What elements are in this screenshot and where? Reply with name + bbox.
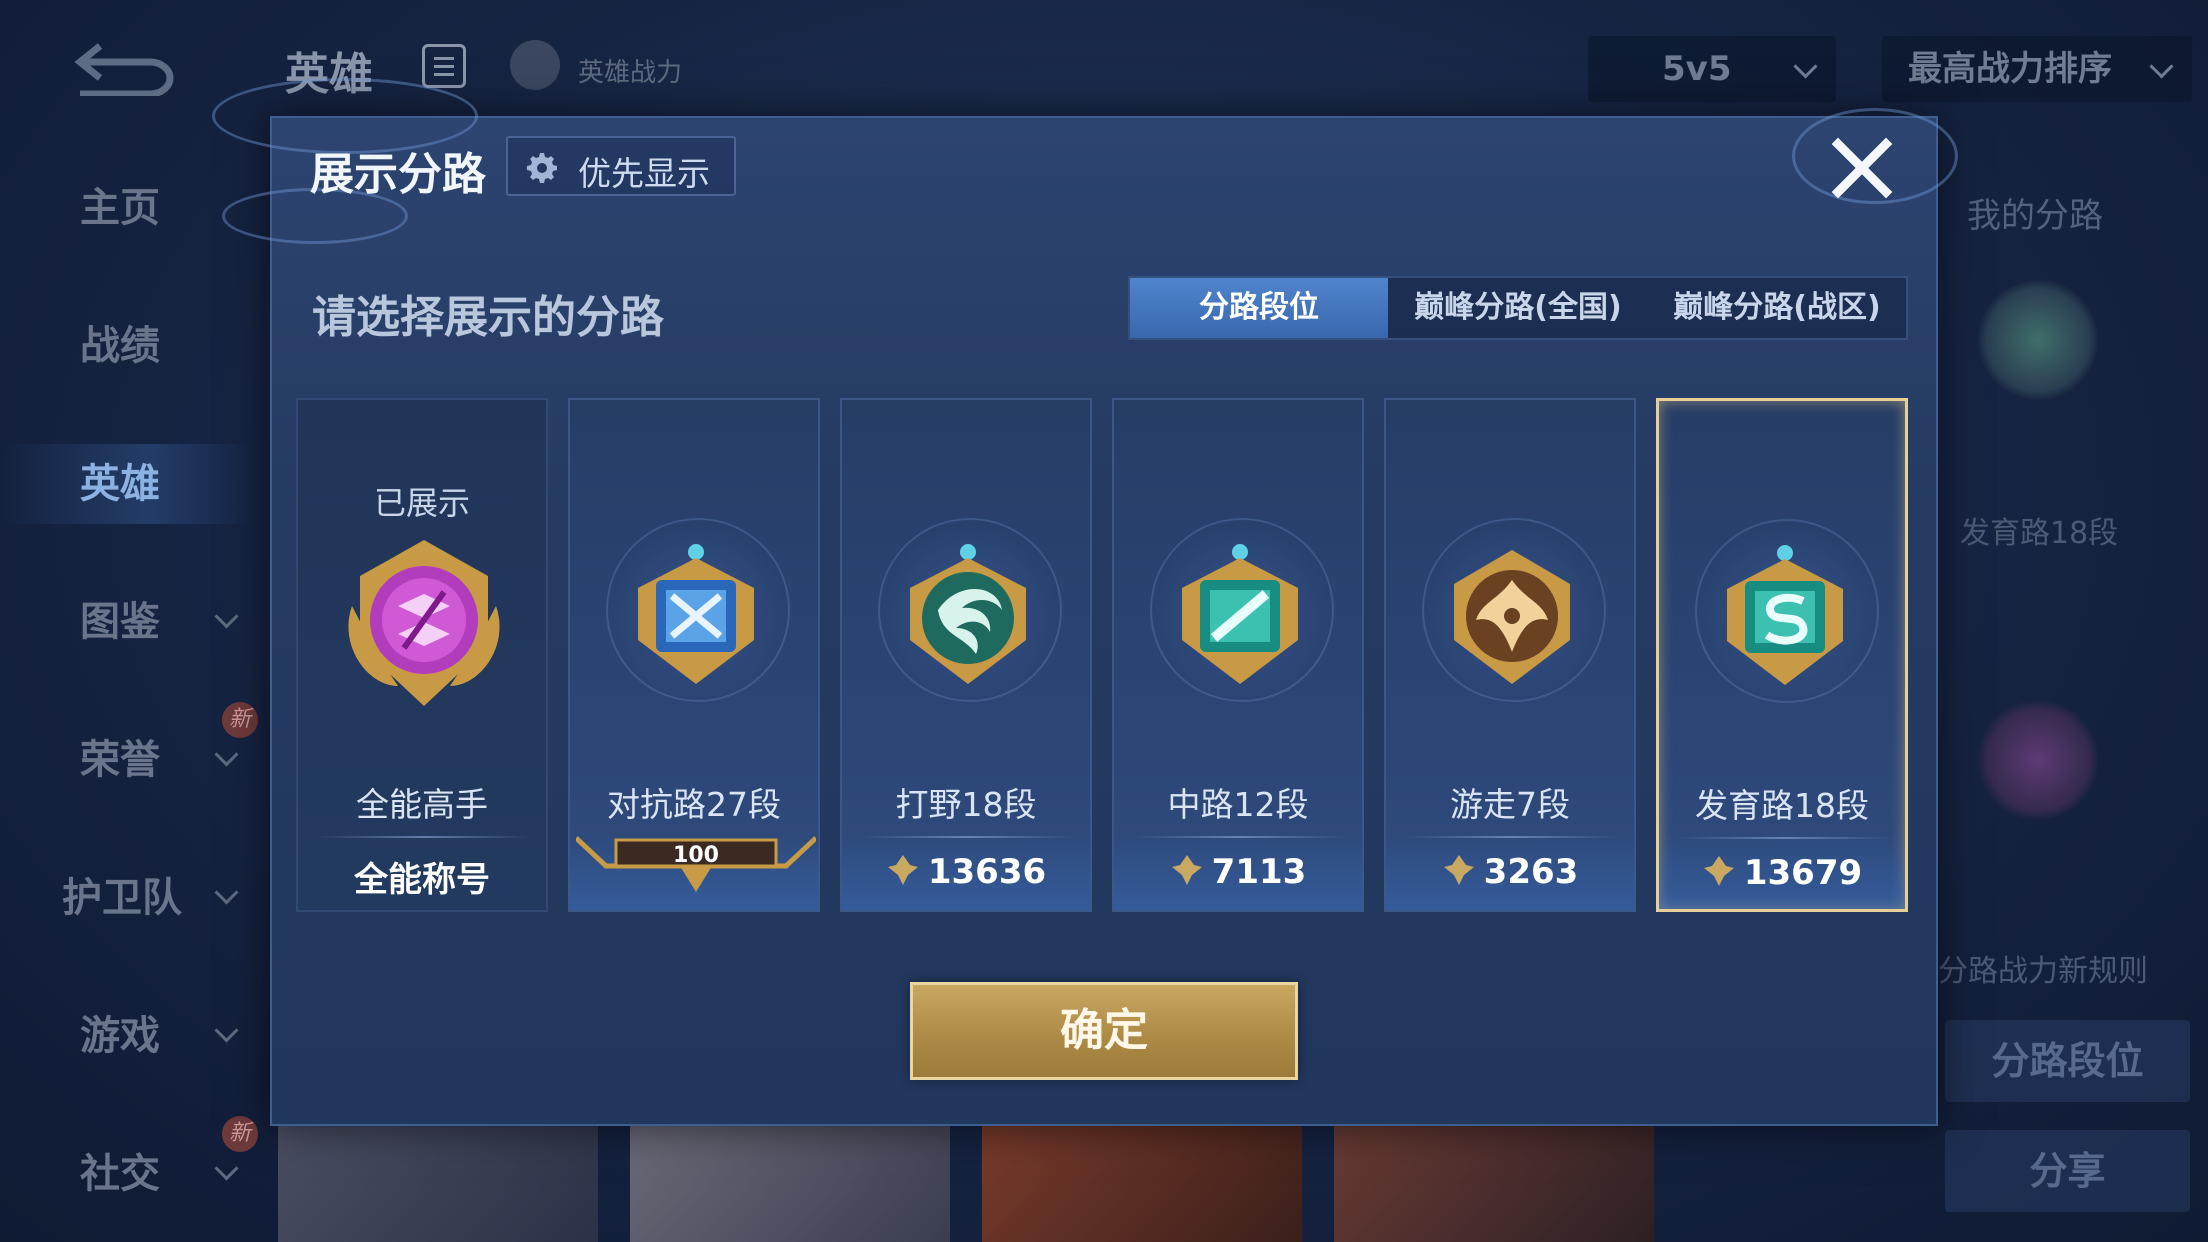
clash-lane-medal-icon — [638, 544, 754, 684]
nav-item-home[interactable]: 主页 — [0, 168, 250, 248]
lane-rank-button[interactable]: 分路段位 — [1945, 1020, 2190, 1102]
power-icon — [887, 855, 918, 885]
nav-item-games[interactable]: 游戏 — [0, 996, 250, 1076]
hero-power-label[interactable]: 英雄战力 — [578, 52, 682, 89]
list-icon[interactable] — [422, 44, 466, 88]
power-value: 3263 — [1483, 852, 1579, 892]
power-icon — [1171, 855, 1202, 885]
lane-name: 对抗路27段 — [607, 785, 781, 824]
lane-card-mid[interactable]: 中路12段 7113 — [1112, 398, 1364, 912]
my-lane-title: 我的分路 — [1967, 196, 2103, 236]
chevron-down-icon — [214, 742, 239, 767]
close-icon[interactable] — [1828, 134, 1896, 202]
nav-item-guard-team[interactable]: 护卫队 — [0, 858, 250, 938]
nav-item-honor[interactable]: 荣誉 — [0, 720, 250, 800]
divider — [318, 836, 530, 838]
top-100-badge-icon: 100 — [576, 836, 816, 892]
chevron-down-icon — [214, 604, 239, 629]
tab-lane-rank[interactable]: 分路段位 — [1130, 278, 1388, 338]
power-value: 13679 — [1743, 853, 1863, 893]
roam-medal-icon — [1454, 550, 1570, 684]
mode-dropdown-value: 5v5 — [1662, 49, 1732, 89]
nav-item-heroes[interactable]: 英雄 — [0, 444, 250, 524]
lane-card-clash[interactable]: 对抗路27段 100 — [568, 398, 820, 912]
hero-avatar-icon — [510, 40, 560, 90]
nav-label: 图鉴 — [80, 599, 160, 645]
lane-tabs: 分路段位 巅峰分路(全国) 巅峰分路(战区) — [1128, 276, 1908, 340]
lane-card-farm[interactable]: 发育路18段 13679 — [1656, 398, 1908, 912]
nav-label: 护卫队 — [62, 875, 182, 921]
chevron-down-icon — [214, 1156, 239, 1181]
confirm-button[interactable]: 确定 — [910, 982, 1298, 1080]
lane-card-roam[interactable]: 游走7段 3263 — [1384, 398, 1636, 912]
top-100-value: 100 — [673, 843, 719, 868]
power-icon — [1703, 856, 1734, 886]
chevron-down-icon — [214, 880, 239, 905]
priority-display-label: 优先显示 — [578, 154, 710, 193]
hero-portrait[interactable] — [982, 1125, 1302, 1242]
displayed-status: 已展示 — [373, 484, 470, 522]
chevron-down-icon — [2149, 54, 2174, 79]
lane-power-score: 3263 — [1386, 852, 1634, 892]
chevron-down-icon — [1793, 54, 1818, 79]
hero-portrait[interactable] — [630, 1125, 950, 1242]
allround-medal-icon — [1978, 700, 2098, 820]
my-lane-text: 发育路18段 — [1960, 516, 2119, 551]
select-lane-prompt: 请选择展示的分路 — [312, 292, 664, 343]
nav-label: 荣誉 — [80, 737, 160, 783]
farm-lane-medal-icon — [1978, 280, 2098, 400]
lane-card-allround[interactable]: 已展示 全能高手 全能称号 — [296, 398, 548, 912]
nav-item-stats[interactable]: 战绩 — [0, 306, 250, 386]
lane-name: 全能高手 — [356, 785, 488, 824]
nav-label: 战绩 — [80, 323, 160, 369]
new-badge: 新 — [222, 1116, 258, 1152]
lane-name: 中路12段 — [1167, 785, 1309, 824]
power-value: 7113 — [1211, 852, 1307, 892]
mid-lane-medal-icon — [1182, 544, 1298, 684]
gear-icon — [527, 153, 557, 183]
priority-display-button[interactable]: 优先显示 — [506, 136, 736, 196]
nav-label: 英雄 — [80, 461, 160, 507]
mode-dropdown[interactable]: 5v5 — [1588, 36, 1836, 102]
lane-power-score: 7113 — [1114, 852, 1362, 892]
new-badge: 新 — [222, 702, 258, 738]
back-arrow-icon[interactable] — [70, 40, 180, 96]
nav-label: 游戏 — [80, 1013, 160, 1059]
jungle-medal-icon — [910, 544, 1026, 684]
allround-title-label: 全能称号 — [354, 860, 490, 900]
dialog-title: 展示分路 — [310, 149, 486, 200]
lane-power-score: 13679 — [1659, 853, 1905, 893]
nav-item-social[interactable]: 社交 — [0, 1134, 250, 1214]
tab-peak-lane-national[interactable]: 巅峰分路(全国) — [1388, 278, 1648, 338]
lane-card-jungle[interactable]: 打野18段 13636 — [840, 398, 1092, 912]
hero-portrait[interactable] — [1334, 1125, 1654, 1242]
farm-lane-medal-icon — [1727, 545, 1843, 685]
nav-label: 主页 — [80, 185, 160, 231]
hero-portrait[interactable] — [278, 1125, 598, 1242]
lane-power-score: 13636 — [842, 852, 1090, 892]
power-value: 13636 — [927, 852, 1047, 892]
lane-rule-link[interactable]: 分路战力新规则 — [1938, 946, 2148, 990]
sort-dropdown[interactable]: 最高战力排序 — [1882, 36, 2192, 102]
lane-name: 游走7段 — [1450, 785, 1570, 824]
tab-peak-lane-region[interactable]: 巅峰分路(战区) — [1648, 278, 1906, 338]
sort-dropdown-value: 最高战力排序 — [1908, 49, 2112, 89]
lane-name: 发育路18段 — [1695, 786, 1869, 825]
power-icon — [1443, 855, 1474, 885]
allround-medal-icon — [348, 540, 500, 706]
lane-name: 打野18段 — [895, 785, 1037, 824]
share-button[interactable]: 分享 — [1945, 1130, 2190, 1212]
nav-label: 社交 — [80, 1151, 160, 1197]
nav-item-gallery[interactable]: 图鉴 — [0, 582, 250, 662]
chevron-down-icon — [214, 1018, 239, 1043]
